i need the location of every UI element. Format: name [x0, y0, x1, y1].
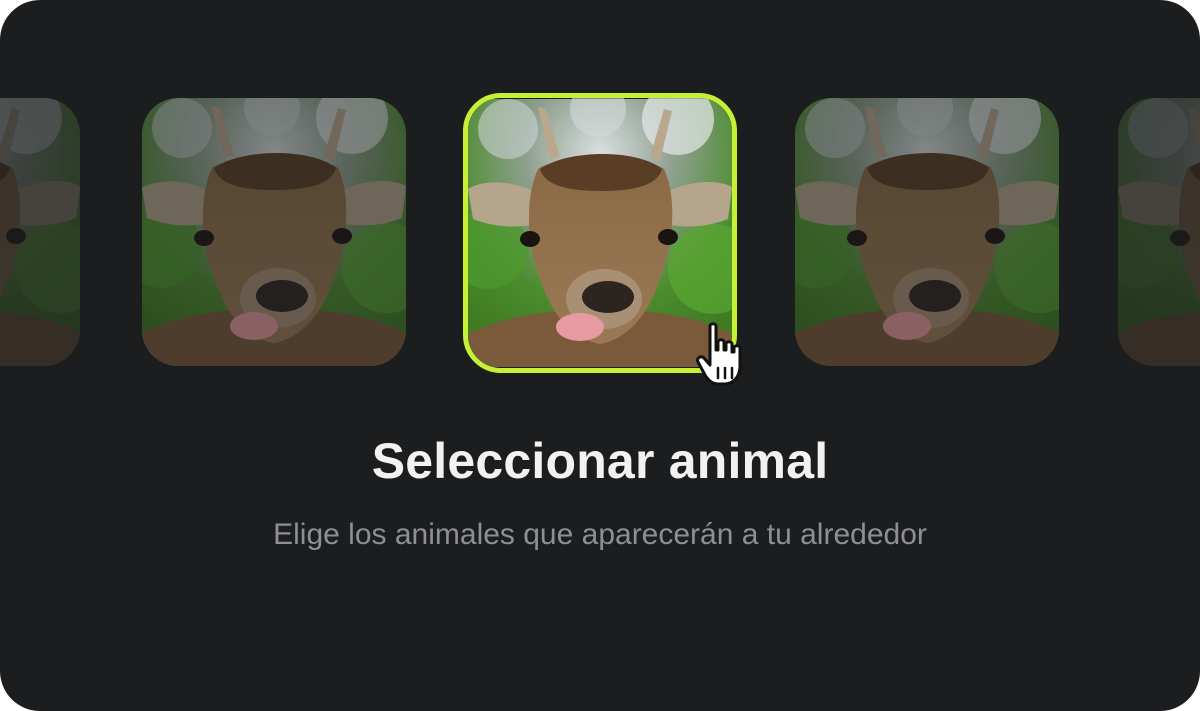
hand-pointer-icon — [696, 322, 742, 386]
animal-option-far-left[interactable] — [0, 98, 80, 366]
page-subtitle: Elige los animales que aparecerán a tu a… — [273, 518, 927, 551]
page-title: Seleccionar animal — [371, 433, 829, 489]
animal-option-far-right[interactable] — [1118, 98, 1200, 366]
selection-card: Seleccionar animal Elige los animales qu… — [0, 0, 1200, 711]
animal-carousel[interactable] — [0, 0, 1200, 420]
deer-image — [1118, 98, 1200, 366]
animal-option-left[interactable] — [142, 98, 406, 366]
deer-image — [142, 98, 406, 366]
deer-image — [468, 98, 732, 367]
animal-option-right[interactable] — [795, 98, 1059, 366]
deer-image — [795, 98, 1059, 366]
deer-image — [0, 98, 80, 366]
